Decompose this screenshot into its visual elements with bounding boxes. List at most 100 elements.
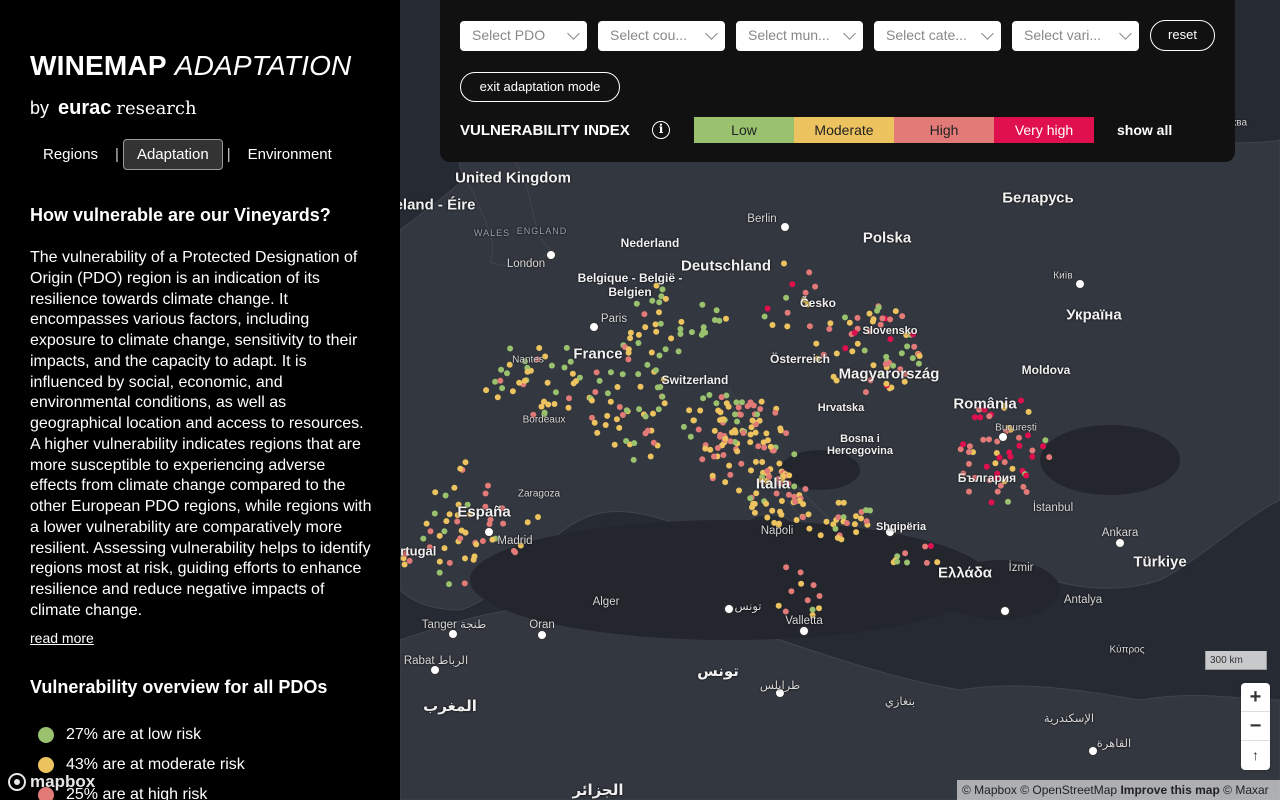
pdo-marker[interactable] xyxy=(899,313,906,320)
pdo-marker[interactable] xyxy=(497,377,504,384)
pdo-marker[interactable] xyxy=(747,439,754,446)
pdo-marker[interactable] xyxy=(754,411,761,418)
pdo-marker[interactable] xyxy=(783,564,790,571)
pdo-marker[interactable] xyxy=(504,370,510,377)
pdo-marker[interactable] xyxy=(835,499,842,506)
pdo-marker[interactable] xyxy=(700,395,707,402)
pdo-marker[interactable] xyxy=(764,468,771,474)
pdo-marker[interactable] xyxy=(980,436,987,443)
select-municipality[interactable]: Select mun... xyxy=(736,21,863,51)
pdo-marker[interactable] xyxy=(832,525,839,532)
zoom-in-button[interactable]: + xyxy=(1241,683,1270,712)
pdo-marker[interactable] xyxy=(728,429,735,436)
attrib-maxar[interactable]: © Maxar xyxy=(1223,783,1269,797)
pdo-marker[interactable] xyxy=(473,541,480,548)
pdo-marker[interactable] xyxy=(625,346,632,353)
pdo-marker[interactable] xyxy=(809,606,816,613)
pdo-marker[interactable] xyxy=(1005,498,1011,505)
pdo-marker[interactable] xyxy=(853,513,859,520)
pdo-marker[interactable] xyxy=(616,424,623,431)
pdo-marker[interactable] xyxy=(507,345,514,352)
pdo-marker[interactable] xyxy=(923,559,930,566)
pdo-marker[interactable] xyxy=(446,511,453,518)
pdo-marker[interactable] xyxy=(604,412,611,419)
pdo-marker[interactable] xyxy=(457,535,464,542)
pdo-marker[interactable] xyxy=(486,521,493,527)
pdo-marker[interactable] xyxy=(635,331,642,338)
pdo-marker[interactable] xyxy=(734,418,740,425)
pdo-marker[interactable] xyxy=(784,323,791,330)
pdo-marker[interactable] xyxy=(717,409,724,416)
select-country[interactable]: Select cou... xyxy=(598,21,725,51)
pdo-marker[interactable] xyxy=(792,498,799,505)
pdo-marker[interactable] xyxy=(446,559,453,566)
pdo-marker[interactable] xyxy=(1040,443,1047,450)
pdo-marker[interactable] xyxy=(769,322,776,328)
pdo-marker[interactable] xyxy=(739,399,745,406)
pdo-marker[interactable] xyxy=(916,353,923,359)
attrib-mapbox[interactable]: © Mapbox xyxy=(962,783,1017,797)
pdo-marker[interactable] xyxy=(725,403,732,410)
pdo-marker[interactable] xyxy=(521,377,528,384)
pdo-marker[interactable] xyxy=(524,519,531,526)
pdo-marker[interactable] xyxy=(785,491,792,498)
pdo-marker[interactable] xyxy=(644,361,651,368)
pdo-marker[interactable] xyxy=(690,417,697,424)
pdo-marker[interactable] xyxy=(722,479,729,486)
pdo-marker[interactable] xyxy=(732,411,738,418)
pdo-marker[interactable] xyxy=(594,429,601,436)
pdo-marker[interactable] xyxy=(996,454,1003,461)
pdo-marker[interactable] xyxy=(661,400,668,407)
pdo-marker[interactable] xyxy=(443,518,450,525)
pdo-marker[interactable] xyxy=(619,371,626,378)
pdo-marker[interactable] xyxy=(1016,434,1022,441)
pdo-marker[interactable] xyxy=(420,535,427,542)
tab-adaptation[interactable]: Adaptation xyxy=(122,138,223,170)
pdo-marker[interactable] xyxy=(650,410,656,417)
pdo-marker[interactable] xyxy=(652,321,659,328)
pdo-marker[interactable] xyxy=(551,401,558,407)
zoom-out-button[interactable]: − xyxy=(1241,712,1270,741)
pdo-marker[interactable] xyxy=(778,498,785,504)
pdo-marker[interactable] xyxy=(983,463,990,470)
pdo-marker[interactable] xyxy=(887,336,894,343)
pdo-marker[interactable] xyxy=(798,580,805,587)
pdo-marker[interactable] xyxy=(494,394,501,401)
legend-high[interactable]: High xyxy=(894,117,994,143)
pdo-marker[interactable] xyxy=(697,407,704,414)
pdo-marker[interactable] xyxy=(806,323,813,330)
pdo-marker[interactable] xyxy=(616,404,623,410)
pdo-marker[interactable] xyxy=(904,559,910,566)
exit-adaptation-button[interactable]: exit adaptation mode xyxy=(460,72,620,102)
pdo-marker[interactable] xyxy=(1025,408,1032,415)
pdo-marker[interactable] xyxy=(761,444,768,451)
show-all-button[interactable]: show all xyxy=(1117,122,1172,138)
pdo-marker[interactable] xyxy=(613,416,620,423)
pdo-marker[interactable] xyxy=(1042,437,1049,444)
pdo-marker[interactable] xyxy=(573,378,579,385)
pdo-marker[interactable] xyxy=(656,352,663,359)
pdo-marker[interactable] xyxy=(988,499,995,506)
pdo-marker[interactable] xyxy=(862,389,869,396)
pdo-marker[interactable] xyxy=(675,348,682,355)
pdo-marker[interactable] xyxy=(1029,453,1036,460)
pdo-marker[interactable] xyxy=(1018,397,1024,404)
pdo-marker[interactable] xyxy=(927,543,934,549)
pdo-marker[interactable] xyxy=(512,549,519,556)
pdo-marker[interactable] xyxy=(441,545,448,552)
pdo-marker[interactable] xyxy=(720,416,727,423)
pdo-marker[interactable] xyxy=(752,458,759,465)
pdo-marker[interactable] xyxy=(793,517,800,523)
pdo-marker[interactable] xyxy=(750,402,757,409)
pdo-marker[interactable] xyxy=(432,489,439,496)
pdo-marker[interactable] xyxy=(879,315,886,322)
pdo-marker[interactable] xyxy=(789,281,796,288)
pdo-marker[interactable] xyxy=(1016,442,1023,449)
pdo-marker[interactable] xyxy=(764,305,771,312)
legend-low[interactable]: Low xyxy=(694,117,794,143)
pdo-marker[interactable] xyxy=(726,462,733,469)
tab-environment[interactable]: Environment xyxy=(235,140,345,169)
pdo-marker[interactable] xyxy=(623,438,630,444)
pdo-marker[interactable] xyxy=(627,329,634,336)
pdo-marker[interactable] xyxy=(747,431,754,438)
